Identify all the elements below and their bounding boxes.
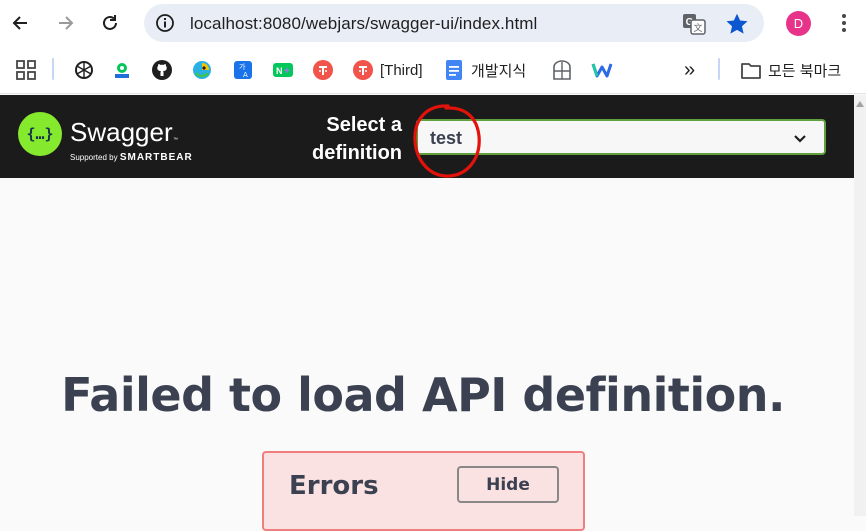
- bookmark-third[interactable]: [Third]: [352, 58, 423, 82]
- supported-by-text: Supported by SMARTBEAR: [70, 152, 193, 163]
- avatar[interactable]: D: [786, 11, 811, 36]
- chat-bird-icon[interactable]: [191, 58, 213, 82]
- forward-button[interactable]: [50, 8, 80, 38]
- svg-text:N: N: [276, 66, 283, 76]
- bookmark-label: 모든 북마크: [768, 62, 842, 80]
- error-heading: Failed to load API definition.: [61, 368, 785, 422]
- hide-button[interactable]: Hide: [457, 466, 559, 503]
- select-label-line1: Select a: [326, 114, 402, 136]
- bookmark-dev-knowledge[interactable]: 개발지식: [443, 58, 526, 82]
- swagger-logo-icon[interactable]: {…}: [18, 112, 62, 156]
- red-circle-icon[interactable]: [312, 58, 334, 82]
- page-scrollbar[interactable]: [854, 95, 866, 516]
- site-info-icon[interactable]: [152, 10, 178, 36]
- scroll-up-arrow-icon[interactable]: [854, 97, 866, 111]
- chevron-down-icon: [794, 135, 806, 143]
- supported-by-label: Supported by: [70, 153, 118, 162]
- bookmark-label: 개발지식: [471, 62, 527, 80]
- map-pin-icon[interactable]: [111, 58, 133, 82]
- back-button[interactable]: [6, 8, 36, 38]
- red-circle-icon: [353, 60, 373, 80]
- errors-panel: Errors Hide: [262, 451, 585, 531]
- translate-icon[interactable]: G文: [682, 12, 706, 36]
- smartbear-label: SMARTBEAR: [119, 152, 193, 163]
- bookmark-separator: [52, 58, 54, 80]
- reload-icon: [103, 15, 117, 30]
- naver-plus-icon[interactable]: N +: [272, 58, 294, 82]
- address-bar[interactable]: localhost:8080/webjars/swagger-ui/index.…: [144, 4, 764, 42]
- svg-text:가: 가: [239, 62, 246, 71]
- github-icon[interactable]: [151, 58, 173, 82]
- definition-select[interactable]: test: [416, 119, 826, 155]
- swagger-brand[interactable]: Swagger: [70, 117, 173, 148]
- globe-icon[interactable]: [551, 58, 573, 82]
- dictionary-icon[interactable]: 가A: [232, 58, 254, 82]
- folder-icon: [741, 63, 761, 79]
- select-definition-label: Select a definition: [300, 111, 402, 167]
- url-text[interactable]: localhost:8080/webjars/swagger-ui/index.…: [190, 14, 537, 34]
- svg-text:A: A: [243, 71, 248, 79]
- google-docs-icon: [446, 60, 462, 80]
- bookmark-star-icon[interactable]: [724, 11, 750, 37]
- openai-icon[interactable]: [73, 58, 95, 82]
- apps-grid-icon[interactable]: [15, 58, 37, 82]
- reload-button[interactable]: [95, 8, 125, 38]
- arrow-right-icon: [59, 16, 74, 30]
- all-bookmarks-folder[interactable]: 모든 북마크: [740, 58, 841, 82]
- bookmarks-bar: 가A N + [Third] 개발지식 » 모든 북마크: [0, 46, 866, 94]
- w-logo-icon[interactable]: [591, 58, 613, 82]
- arrow-left-icon: [12, 16, 27, 30]
- select-label-line2: definition: [312, 142, 402, 164]
- svg-text:文: 文: [693, 22, 702, 34]
- bookmark-separator: [718, 58, 720, 80]
- svg-text:+: +: [284, 66, 290, 77]
- definition-select-value: test: [430, 128, 463, 148]
- bookmarks-overflow-button[interactable]: »: [684, 58, 695, 82]
- bookmark-label: [Third]: [380, 61, 423, 79]
- browser-menu-button[interactable]: [832, 10, 856, 36]
- trademark-mark: ™: [173, 137, 178, 143]
- browser-toolbar: localhost:8080/webjars/swagger-ui/index.…: [0, 0, 866, 46]
- errors-title: Errors: [289, 471, 379, 501]
